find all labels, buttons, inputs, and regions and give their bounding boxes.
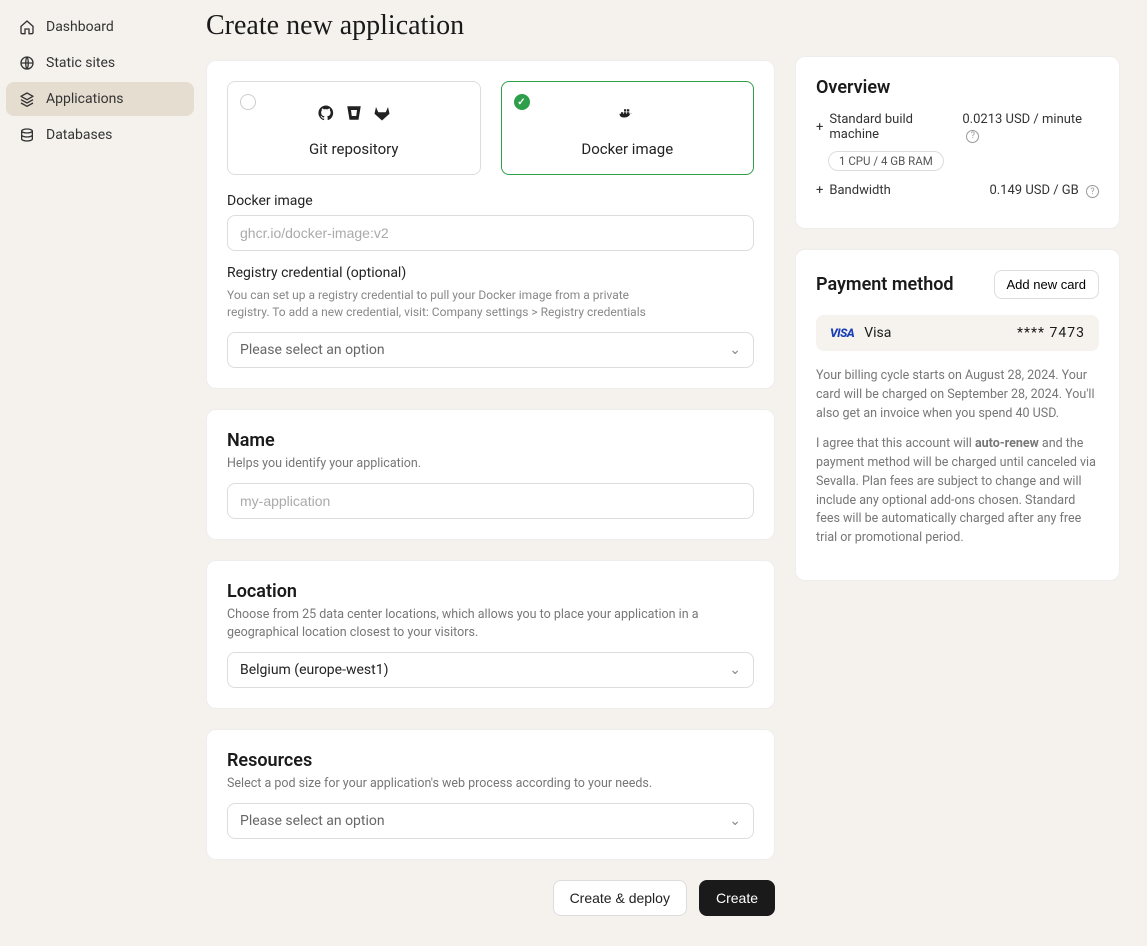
sidebar-item-databases[interactable]: Databases <box>6 118 194 152</box>
card-last4: **** 7473 <box>1017 325 1085 341</box>
info-icon[interactable]: ? <box>966 130 979 143</box>
page-title: Create new application <box>206 10 775 42</box>
overview-bandwidth-price: 0.149 USD / GB ? <box>989 183 1099 199</box>
chevron-down-icon: ⌄ <box>729 813 741 829</box>
location-card: Location Choose from 25 data center loca… <box>206 560 775 709</box>
home-icon <box>18 18 36 36</box>
registry-credential-select[interactable]: Please select an option ⌄ <box>227 332 754 368</box>
auto-renew-text: I agree that this account will auto-rene… <box>816 435 1099 548</box>
sidebar-item-label: Static sites <box>46 55 115 71</box>
docker-icon <box>618 104 636 126</box>
visa-logo-icon: VISA <box>830 326 854 340</box>
registry-credential-help: You can set up a registry credential to … <box>227 287 667 322</box>
payment-card: Payment method Add new card VISA Visa **… <box>795 249 1120 581</box>
location-title: Location <box>227 581 754 602</box>
right-column: Overview +Standard build machine 0.0213 … <box>795 10 1120 916</box>
select-placeholder: Please select an option <box>240 813 385 829</box>
sidebar-item-applications[interactable]: Applications <box>6 82 194 116</box>
select-placeholder: Please select an option <box>240 342 385 358</box>
overview-bandwidth-label: +Bandwidth <box>816 183 891 198</box>
location-help: Choose from 25 data center locations, wh… <box>227 606 707 642</box>
gitlab-icon <box>373 104 391 126</box>
sidebar-item-label: Databases <box>46 127 112 143</box>
radio-unchecked-icon <box>240 94 256 110</box>
add-new-card-button[interactable]: Add new card <box>994 270 1100 299</box>
source-label-docker: Docker image <box>518 140 738 158</box>
name-title: Name <box>227 430 754 451</box>
billing-cycle-text: Your billing cycle starts on August 28, … <box>816 367 1099 423</box>
main-content: Create new application <box>206 10 775 916</box>
name-help: Helps you identify your application. <box>227 455 754 473</box>
build-spec-badge: 1 CPU / 4 GB RAM <box>828 151 944 171</box>
sidebar-item-static-sites[interactable]: Static sites <box>6 46 194 80</box>
globe-icon <box>18 54 36 72</box>
overview-title: Overview <box>816 77 1099 98</box>
sidebar-item-label: Dashboard <box>46 19 114 35</box>
source-option-docker[interactable]: Docker image <box>501 81 755 175</box>
resources-select[interactable]: Please select an option ⌄ <box>227 803 754 839</box>
docker-image-label: Docker image <box>227 193 754 209</box>
overview-card: Overview +Standard build machine 0.0213 … <box>795 56 1120 229</box>
sidebar: Dashboard Static sites Applications Data… <box>0 0 200 946</box>
application-name-input[interactable] <box>227 483 754 519</box>
sidebar-item-dashboard[interactable]: Dashboard <box>6 10 194 44</box>
docker-image-input[interactable] <box>227 215 754 251</box>
registry-credential-label: Registry credential (optional) <box>227 265 754 281</box>
payment-title: Payment method <box>816 274 954 295</box>
create-button[interactable]: Create <box>699 880 775 916</box>
name-card: Name Helps you identify your application… <box>206 409 775 540</box>
select-value: Belgium (europe-west1) <box>240 662 388 678</box>
payment-card-row[interactable]: VISA Visa **** 7473 <box>816 315 1099 351</box>
source-label-git: Git repository <box>244 140 464 158</box>
resources-help: Select a pod size for your application's… <box>227 775 754 793</box>
layers-icon <box>18 90 36 108</box>
create-and-deploy-button[interactable]: Create & deploy <box>553 880 687 916</box>
overview-build-price: 0.0213 USD / minute ? <box>962 112 1099 143</box>
card-brand: Visa <box>864 325 891 341</box>
database-icon <box>18 126 36 144</box>
bitbucket-icon <box>345 104 363 126</box>
info-icon[interactable]: ? <box>1086 185 1099 198</box>
source-card: Git repository Docker image Docker image <box>206 60 775 389</box>
action-row: Create & deploy Create <box>206 880 775 916</box>
source-option-git[interactable]: Git repository <box>227 81 481 175</box>
radio-checked-icon <box>514 94 530 110</box>
chevron-down-icon: ⌄ <box>729 342 741 358</box>
resources-card: Resources Select a pod size for your app… <box>206 729 775 860</box>
location-select[interactable]: Belgium (europe-west1) ⌄ <box>227 652 754 688</box>
resources-title: Resources <box>227 750 754 771</box>
chevron-down-icon: ⌄ <box>729 662 741 678</box>
overview-build-label: +Standard build machine <box>816 112 962 142</box>
github-icon <box>317 104 335 126</box>
sidebar-item-label: Applications <box>46 91 124 107</box>
